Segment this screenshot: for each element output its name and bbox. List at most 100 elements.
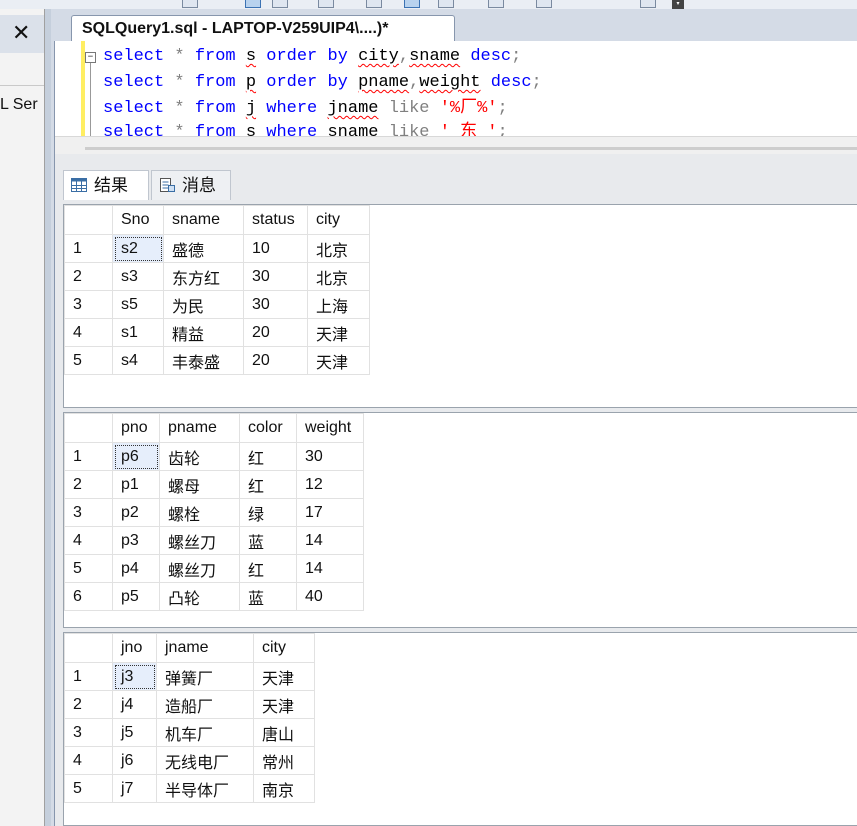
table-cell[interactable]: 10: [243, 234, 308, 263]
table-row[interactable]: 4 j6 无线电厂 常州: [64, 746, 315, 775]
row-number[interactable]: 4: [64, 526, 113, 555]
tab-results[interactable]: 结果: [63, 170, 149, 200]
toolbar-button[interactable]: [245, 0, 261, 8]
toolbar-button[interactable]: [318, 0, 334, 8]
row-number[interactable]: 2: [64, 470, 113, 499]
table-cell[interactable]: s5: [112, 290, 164, 319]
table-cell[interactable]: 12: [296, 470, 364, 499]
row-header-corner[interactable]: [64, 413, 113, 443]
table-row[interactable]: 3 j5 机车厂 唐山: [64, 718, 315, 747]
row-number[interactable]: 2: [64, 690, 113, 719]
table-row[interactable]: 5 j7 半导体厂 南京: [64, 774, 315, 803]
row-number[interactable]: 2: [64, 262, 113, 291]
column-header[interactable]: color: [239, 413, 297, 443]
table-cell[interactable]: 14: [296, 554, 364, 583]
table-row[interactable]: 3 s5 为民 30 上海: [64, 290, 370, 319]
panel-splitter[interactable]: [45, 9, 51, 826]
code-line[interactable]: select * from s order by city,sname desc…: [103, 46, 521, 68]
table-cell[interactable]: 东方红: [163, 262, 244, 291]
table-cell[interactable]: s1: [112, 318, 164, 347]
column-header[interactable]: jno: [112, 633, 157, 663]
collapse-icon[interactable]: −: [85, 52, 96, 63]
table-cell[interactable]: 丰泰盛: [163, 346, 244, 375]
table-cell[interactable]: 17: [296, 498, 364, 527]
toolbar-button[interactable]: [366, 0, 382, 8]
toolbar-button[interactable]: [182, 0, 198, 8]
table-cell[interactable]: 机车厂: [156, 718, 254, 747]
table-cell[interactable]: p1: [112, 470, 160, 499]
table-cell[interactable]: 精益: [163, 318, 244, 347]
toolbar-overflow-icon[interactable]: ▾: [672, 0, 684, 9]
table-row[interactable]: 1 s2 盛德 10 北京: [64, 234, 370, 263]
table-cell[interactable]: p5: [112, 582, 160, 611]
result-grid-s[interactable]: Sno sname status city 1 s2 盛德 10 北京 2 s3 东方红 30 北京 3 s…: [63, 204, 857, 408]
row-number[interactable]: 3: [64, 498, 113, 527]
table-cell[interactable]: 天津: [253, 662, 315, 691]
table-row[interactable]: 2 j4 造船厂 天津: [64, 690, 315, 719]
table-cell[interactable]: j5: [112, 718, 157, 747]
row-number[interactable]: 1: [64, 234, 113, 263]
code-line[interactable]: select * from j where jname like '%厂%';: [103, 98, 508, 120]
toolbar-button[interactable]: [536, 0, 552, 8]
toolbar-button[interactable]: [272, 0, 288, 8]
table-row[interactable]: 4 p3 螺丝刀蓝 14: [64, 526, 364, 555]
table-row[interactable]: 2 s3 东方红 30 北京: [64, 262, 370, 291]
table-cell[interactable]: 蓝: [239, 582, 297, 611]
table-cell[interactable]: 螺母: [159, 470, 240, 499]
table-row[interactable]: 2 p1 螺母红 12: [64, 470, 364, 499]
table-cell[interactable]: s4: [112, 346, 164, 375]
table-cell[interactable]: 为民: [163, 290, 244, 319]
query-document-tab[interactable]: SQLQuery1.sql - LAPTOP-V259UIP4\....)*: [71, 15, 455, 41]
row-number[interactable]: 1: [64, 662, 113, 691]
close-icon[interactable]: ✕: [12, 23, 30, 45]
table-cell[interactable]: p2: [112, 498, 160, 527]
column-header[interactable]: sname: [163, 205, 244, 235]
table-cell[interactable]: 红: [239, 442, 297, 471]
column-header[interactable]: Sno: [112, 205, 164, 235]
row-number[interactable]: 1: [64, 442, 113, 471]
row-number[interactable]: 3: [64, 718, 113, 747]
table-cell[interactable]: 唐山: [253, 718, 315, 747]
table-cell[interactable]: p4: [112, 554, 160, 583]
row-number[interactable]: 5: [64, 774, 113, 803]
table-cell[interactable]: 20: [243, 346, 308, 375]
toolbar-button[interactable]: [640, 0, 656, 8]
table-cell[interactable]: 齿轮: [159, 442, 240, 471]
table-cell[interactable]: s2: [112, 234, 164, 263]
server-node-label[interactable]: L Ser: [0, 96, 38, 114]
row-number[interactable]: 3: [64, 290, 113, 319]
code-line[interactable]: select * from s where sname like '_东_';: [103, 122, 508, 136]
column-header[interactable]: pno: [112, 413, 160, 443]
table-cell[interactable]: 绿: [239, 498, 297, 527]
table-cell[interactable]: 蓝: [239, 526, 297, 555]
table-cell[interactable]: 凸轮: [159, 582, 240, 611]
table-row[interactable]: 6 p5 凸轮蓝 40: [64, 582, 364, 611]
scrollbar-thumb[interactable]: [85, 147, 857, 150]
row-header-corner[interactable]: [64, 633, 113, 663]
row-number[interactable]: 4: [64, 746, 113, 775]
table-cell[interactable]: 20: [243, 318, 308, 347]
column-header[interactable]: weight: [296, 413, 364, 443]
result-grid-j[interactable]: jno jname city 1 j3 弹簧厂 天津 2 j4 造船厂 天津 3 j5 机车厂 唐山 4 j6…: [63, 632, 857, 826]
table-cell[interactable]: 天津: [307, 318, 370, 347]
table-cell[interactable]: 北京: [307, 262, 370, 291]
table-cell[interactable]: 北京: [307, 234, 370, 263]
row-number[interactable]: 5: [64, 554, 113, 583]
table-row[interactable]: 5 p4 螺丝刀红 14: [64, 554, 364, 583]
table-cell[interactable]: 天津: [253, 690, 315, 719]
toolbar-button[interactable]: [438, 0, 454, 8]
table-cell[interactable]: 造船厂: [156, 690, 254, 719]
table-cell[interactable]: 30: [243, 290, 308, 319]
table-cell[interactable]: 南京: [253, 774, 315, 803]
table-cell[interactable]: 盛德: [163, 234, 244, 263]
table-cell[interactable]: 螺丝刀: [159, 526, 240, 555]
table-row[interactable]: 1 j3 弹簧厂 天津: [64, 662, 315, 691]
column-header[interactable]: city: [253, 633, 315, 663]
table-cell[interactable]: 天津: [307, 346, 370, 375]
table-cell[interactable]: 30: [296, 442, 364, 471]
table-row[interactable]: 5 s4 丰泰盛 20 天津: [64, 346, 370, 375]
row-number[interactable]: 6: [64, 582, 113, 611]
table-row[interactable]: 4 s1 精益 20 天津: [64, 318, 370, 347]
result-grid-p[interactable]: pno pname color weight 1 p6 齿轮红 30 2 p1 螺母红 12 3 p2 螺…: [63, 412, 857, 628]
table-cell[interactable]: 螺栓: [159, 498, 240, 527]
